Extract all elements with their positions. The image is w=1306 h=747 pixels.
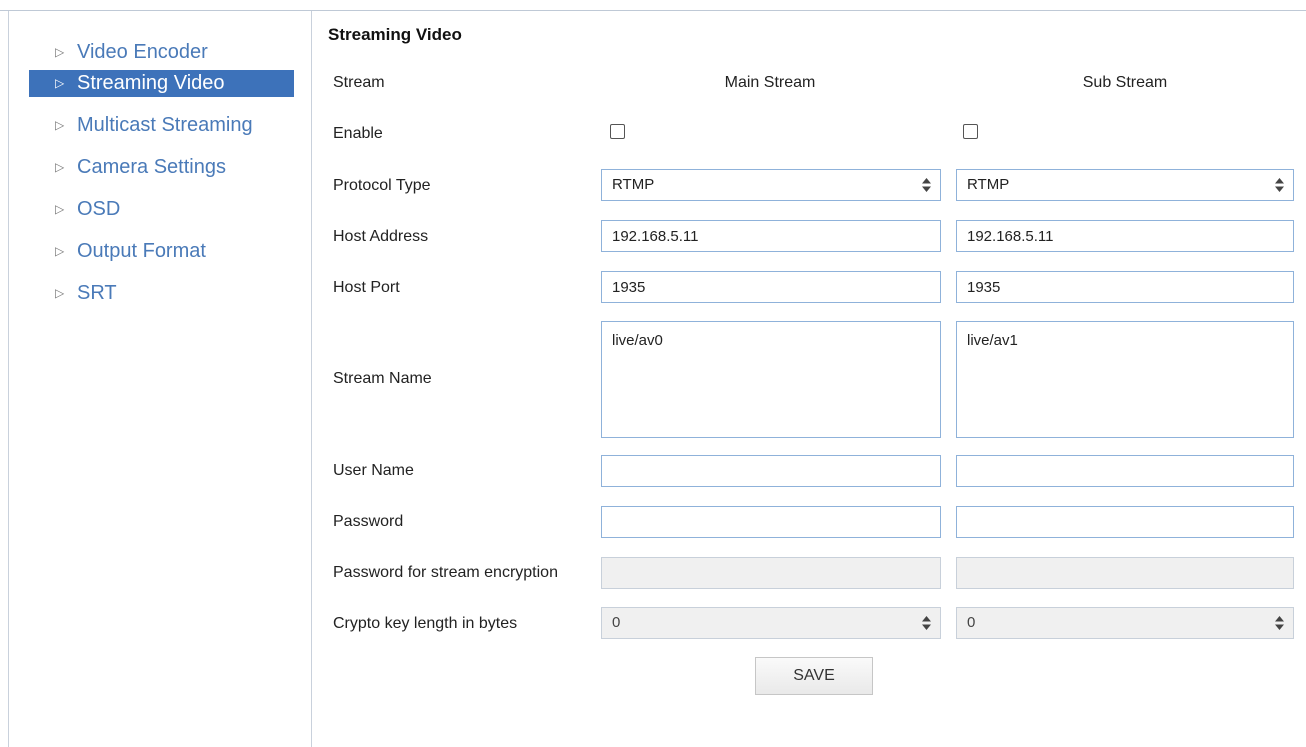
sub-stream-protocol-value: RTMP xyxy=(967,176,1010,193)
main-stream-crypto-key-select[interactable]: 0 xyxy=(601,607,941,639)
protocol-type-label: Protocol Type xyxy=(333,177,431,194)
triangle-right-icon: ▷ xyxy=(55,160,65,174)
stream-name-label: Stream Name xyxy=(333,370,432,387)
user-name-label: User Name xyxy=(333,462,414,479)
sub-stream-crypto-key-select[interactable]: 0 xyxy=(956,607,1294,639)
main-stream-protocol-value: RTMP xyxy=(612,176,655,193)
sidebar-item-label: OSD xyxy=(77,198,121,220)
sidebar-item-output-format[interactable]: ▷ Output Format xyxy=(29,238,294,265)
enable-label: Enable xyxy=(333,125,383,142)
sub-stream-enable-checkbox[interactable] xyxy=(963,124,978,139)
main-stream-protocol-select[interactable]: RTMP xyxy=(601,169,941,201)
crypto-key-length-label: Crypto key length in bytes xyxy=(333,615,518,632)
sub-stream-crypto-key-value: 0 xyxy=(967,614,976,631)
main-stream-encryption-password-input[interactable] xyxy=(601,557,941,589)
sidebar-item-label: Output Format xyxy=(77,240,206,262)
save-button[interactable]: SAVE xyxy=(755,657,873,695)
triangle-right-icon: ▷ xyxy=(55,118,65,132)
select-arrows-icon xyxy=(922,616,931,630)
sub-stream-password-input[interactable] xyxy=(956,506,1294,538)
triangle-right-icon: ▷ xyxy=(55,202,65,216)
sidebar-item-video-encoder[interactable]: ▷ Video Encoder xyxy=(29,39,294,66)
password-encryption-label: Password for stream encryption xyxy=(333,564,558,581)
password-label: Password xyxy=(333,513,404,530)
sub-stream-user-name-input[interactable] xyxy=(956,455,1294,487)
sidebar-item-label: Streaming Video xyxy=(77,72,225,94)
sidebar-item-label: SRT xyxy=(77,282,117,304)
host-address-label: Host Address xyxy=(333,228,429,245)
main-stream-host-address-input[interactable] xyxy=(601,220,941,252)
sidebar-item-camera-settings[interactable]: ▷ Camera Settings xyxy=(29,154,294,181)
sidebar-item-osd[interactable]: ▷ OSD xyxy=(29,196,294,223)
sub-stream-host-port-input[interactable] xyxy=(956,271,1294,303)
triangle-right-icon: ▷ xyxy=(55,244,65,258)
sidebar-item-label: Video Encoder xyxy=(77,41,208,63)
main-stream-header: Main Stream xyxy=(724,74,816,91)
sub-stream-encryption-password-input[interactable] xyxy=(956,557,1294,589)
main-stream-user-name-input[interactable] xyxy=(601,455,941,487)
sidebar: ▷ Video Encoder ▷ Streaming Video ▷ Multica… xyxy=(8,11,312,747)
sidebar-item-multicast-streaming[interactable]: ▷ Multicast Streaming xyxy=(29,112,294,139)
select-arrows-icon xyxy=(1275,616,1284,630)
triangle-right-icon: ▷ xyxy=(55,45,65,59)
sidebar-item-label: Multicast Streaming xyxy=(77,114,253,136)
main-stream-name-textarea[interactable]: live/av0 xyxy=(601,321,941,438)
main-stream-password-input[interactable] xyxy=(601,506,941,538)
sidebar-item-srt[interactable]: ▷ SRT xyxy=(29,280,294,307)
sub-stream-header: Sub Stream xyxy=(1082,74,1168,91)
sub-stream-host-address-input[interactable] xyxy=(956,220,1294,252)
main-stream-host-port-input[interactable] xyxy=(601,271,941,303)
select-arrows-icon xyxy=(1275,178,1284,192)
page-title: Streaming Video xyxy=(328,25,462,44)
stream-header-label: Stream xyxy=(333,74,385,91)
main-stream-enable-checkbox[interactable] xyxy=(610,124,625,139)
sidebar-item-label: Camera Settings xyxy=(77,156,226,178)
main-stream-crypto-key-value: 0 xyxy=(612,614,621,631)
host-port-label: Host Port xyxy=(333,279,400,296)
select-arrows-icon xyxy=(922,178,931,192)
sidebar-item-streaming-video[interactable]: ▷ Streaming Video xyxy=(29,70,294,97)
sub-stream-protocol-select[interactable]: RTMP xyxy=(956,169,1294,201)
triangle-right-icon: ▷ xyxy=(55,76,65,90)
sub-stream-name-textarea[interactable]: live/av1 xyxy=(956,321,1294,438)
triangle-right-icon: ▷ xyxy=(55,286,65,300)
